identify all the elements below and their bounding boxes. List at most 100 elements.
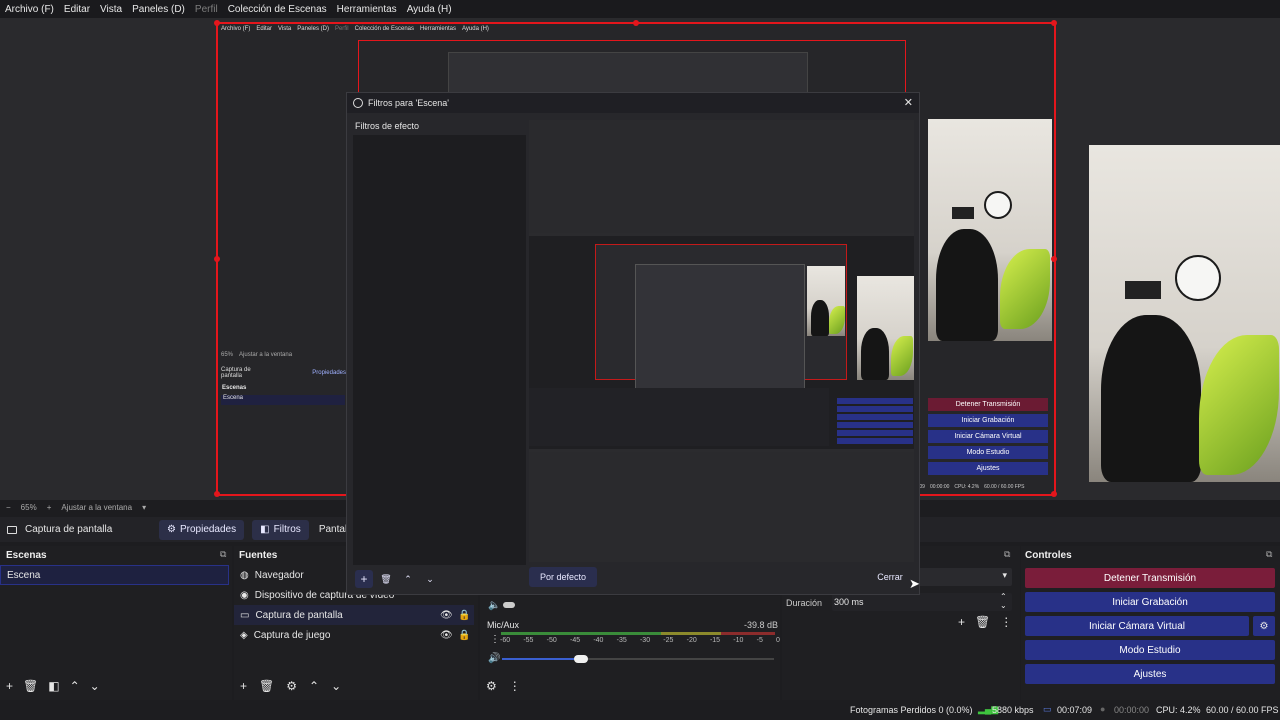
scene-item-label: Escena — [7, 569, 41, 581]
effects-label: Filtros de efecto — [355, 121, 420, 131]
kebab-icon[interactable]: ⋮ — [490, 634, 500, 645]
stepper-down-icon[interactable]: ⌄ — [1000, 601, 1007, 610]
menu-ayuda[interactable]: Ayuda (H) — [407, 4, 452, 15]
volume-knob[interactable] — [503, 602, 515, 608]
resize-handle-tl[interactable] — [214, 20, 220, 26]
stop-stream-button[interactable]: Detener Transmisión — [1025, 568, 1275, 588]
dock-float-icon[interactable]: ⧉ — [220, 549, 226, 560]
monitor-icon: ▭ — [240, 609, 250, 621]
eye-icon[interactable]: 👁 — [440, 630, 453, 641]
preview-top-area — [529, 120, 914, 233]
dock-float-icon[interactable]: ⧉ — [1004, 549, 1010, 560]
menu-herramientas[interactable]: Herramientas — [337, 4, 397, 15]
trash-icon[interactable]: 🗑 — [259, 680, 274, 692]
filters-toolbar: + 🗑 ⌃ ⌄ — [355, 570, 439, 588]
status-bar: Fotogramas Perdidos 0 (0.0%) ▂▄▆ 5880 kb… — [0, 700, 1280, 720]
scale-label: -55 — [523, 637, 534, 644]
trash-icon[interactable]: 🗑 — [23, 680, 38, 692]
dialog-title-bar: Filtros para 'Escena' ✕ — [347, 93, 919, 113]
eye-icon[interactable]: 👁 — [440, 610, 453, 621]
scale-label: -35 — [616, 637, 627, 644]
source-item-captura-juego[interactable]: ◈ Captura de juego 👁 🔒 — [234, 625, 474, 645]
stepper-up-icon[interactable]: ⌃ — [1000, 592, 1007, 601]
dock-float-icon[interactable]: ⧉ — [1266, 549, 1272, 560]
menu-coleccion-escenas[interactable]: Colección de Escenas — [228, 4, 327, 15]
kebab-icon[interactable]: ⋮ — [1000, 616, 1012, 628]
add-filter-button[interactable]: + — [355, 570, 373, 588]
lock-icon[interactable]: 🔒 — [458, 610, 470, 621]
scenes-title: Escenas — [6, 550, 47, 561]
effects-list[interactable] — [353, 135, 526, 565]
resize-handle-tr[interactable] — [1051, 20, 1057, 26]
camera-icon: ◉ — [240, 589, 249, 601]
zoom-out-icon[interactable]: − — [6, 503, 11, 512]
remove-filter-button[interactable]: 🗑 — [377, 570, 395, 588]
preview-mini-window — [635, 264, 805, 402]
gear-icon: ⚙ — [167, 524, 176, 535]
add-transition-icon[interactable]: + — [958, 616, 965, 628]
move-up-button[interactable]: ⌃ — [399, 570, 417, 588]
add-source-icon[interactable]: + — [240, 680, 247, 692]
duration-input[interactable]: 300 ms — [832, 593, 1012, 611]
menu-perfil[interactable]: Perfil — [195, 4, 218, 15]
mixer-settings-icon[interactable]: ⚙ — [486, 680, 497, 692]
defaults-button[interactable]: Por defecto — [529, 567, 597, 587]
resize-handle-bl[interactable] — [214, 491, 220, 497]
arrow-down-icon[interactable]: ⌄ — [331, 680, 341, 692]
arrow-down-icon[interactable]: ⌄ — [90, 680, 100, 692]
globe-icon: ◍ — [240, 569, 249, 581]
studio-mode-button[interactable]: Modo Estudio — [1025, 640, 1275, 660]
preview-bottom-area — [529, 452, 914, 562]
gear-icon: ⚙ — [1259, 620, 1269, 632]
menu-editar[interactable]: Editar — [64, 4, 90, 15]
settings-button[interactable]: Ajustes — [1025, 664, 1275, 684]
volume-slider-knob[interactable] — [574, 655, 588, 663]
source-label: Navegador — [254, 569, 304, 581]
arrow-up-icon[interactable]: ⌃ — [309, 680, 319, 692]
sources-toolbar: + 🗑 ⚙ ⌃ ⌄ — [240, 680, 341, 692]
level-meter-yellow — [661, 632, 721, 635]
preview-mini-controls — [837, 398, 913, 444]
level-meter-green — [501, 632, 661, 635]
filters-button[interactable]: ◧ Filtros — [252, 519, 309, 540]
chevron-down-icon[interactable]: ▾ — [142, 503, 146, 512]
scale-label: -10 — [733, 637, 744, 644]
close-button[interactable]: Cerrar — [865, 567, 915, 587]
gear-icon[interactable]: ⚙ — [286, 680, 297, 692]
resize-handle-ml[interactable] — [214, 256, 220, 262]
trash-icon[interactable]: 🗑 — [975, 616, 990, 628]
kebab-icon[interactable]: ⋮ — [509, 680, 521, 692]
start-recording-button[interactable]: Iniciar Grabación — [1025, 592, 1275, 612]
resize-handle-br[interactable] — [1051, 491, 1057, 497]
close-icon[interactable]: ✕ — [904, 96, 913, 109]
chevron-down-icon: ▾ — [1002, 570, 1007, 580]
properties-button[interactable]: ⚙ Propiedades — [159, 519, 245, 540]
lock-icon[interactable]: 🔒 — [458, 630, 470, 641]
scale-label: -30 — [639, 637, 651, 644]
resize-handle-tc[interactable] — [633, 20, 639, 26]
menu-vista[interactable]: Vista — [100, 4, 122, 15]
preview-mini-dock — [529, 388, 829, 446]
add-scene-icon[interactable]: + — [6, 680, 13, 692]
transition-select[interactable]: ▾ — [918, 568, 1012, 586]
virtual-cam-button[interactable]: Iniciar Cámara Virtual — [1025, 616, 1249, 636]
speaker-icon[interactable]: 🔈 — [488, 600, 500, 611]
fit-window-label[interactable]: Ajustar a la ventana — [61, 503, 132, 512]
menu-paneles[interactable]: Paneles (D) — [132, 4, 185, 15]
filter-scene-icon[interactable]: ◧ — [48, 680, 59, 692]
speaker-icon[interactable]: 🔊 — [488, 653, 500, 664]
virtual-cam-settings-button[interactable]: ⚙ — [1253, 616, 1275, 636]
scene-item[interactable]: Escena — [0, 565, 229, 585]
source-item-captura-pantalla[interactable]: ▭ Captura de pantalla 👁 🔒 — [234, 605, 474, 625]
mixer-toolbar: ⚙ ⋮ — [486, 680, 521, 692]
move-down-button[interactable]: ⌄ — [421, 570, 439, 588]
properties-label: Propiedades — [179, 524, 237, 535]
zoom-in-icon[interactable]: + — [47, 503, 52, 512]
mixer-db: -39.8 dB — [744, 620, 779, 630]
resize-handle-mr[interactable] — [1051, 256, 1057, 262]
scale-label: -20 — [686, 637, 697, 644]
volume-slider-fill — [502, 658, 578, 660]
arrow-up-icon[interactable]: ⌃ — [70, 680, 80, 692]
filters-dialog: Filtros para 'Escena' ✕ Filtros de efect… — [346, 92, 920, 595]
menu-archivo[interactable]: Archivo (F) — [5, 4, 54, 15]
